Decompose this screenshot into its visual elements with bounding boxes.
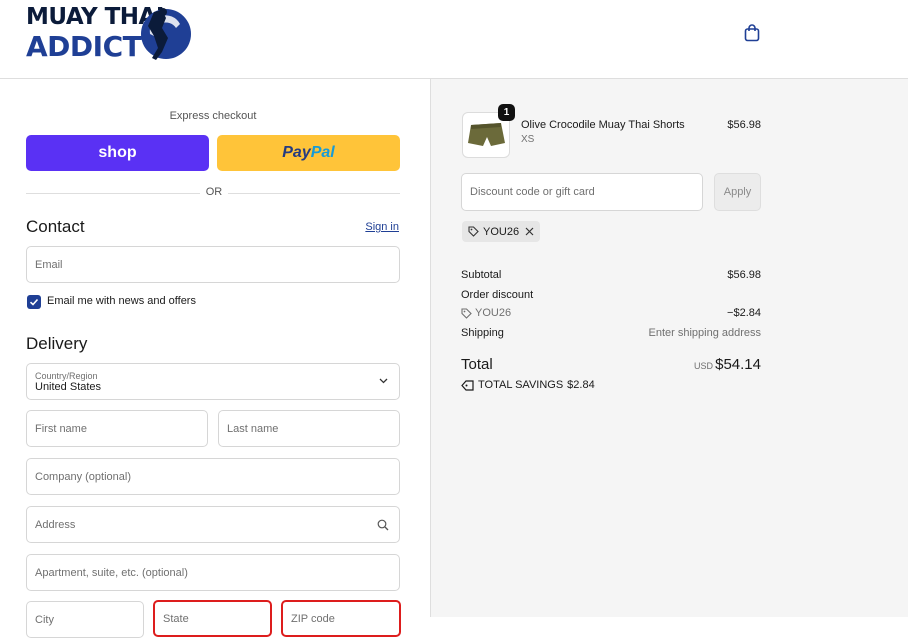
applied-code-label: YOU26 [483,225,520,238]
delivery-heading: Delivery [26,334,88,353]
country-value: United States [35,380,102,393]
first-name-placeholder: First name [35,422,87,435]
shop-pay-label: shop [98,144,137,161]
shipping-value: Enter shipping address [648,327,761,339]
search-icon [377,519,389,531]
state-placeholder: State [163,612,189,625]
savings-label: TOTAL SAVINGS [478,379,564,391]
country-select[interactable]: Country/Region United States [26,363,400,400]
state-field[interactable]: State [153,600,272,637]
total-label: Total [461,356,493,373]
total-value: $54.14 [715,356,761,373]
email-field[interactable]: Email [26,246,400,283]
newsletter-label: Email me with news and offers [47,295,196,307]
product-variant: XS [521,134,535,145]
product-price: $56.98 [727,119,761,131]
quantity-badge: 1 [498,104,515,121]
logo-line2: ADDICT [26,30,142,63]
brand-logo[interactable]: MUAY THAI ADDICT [26,4,191,64]
checkout-form-panel: Express checkout shop Pay Pal OR Contact … [0,79,431,638]
paypal-button[interactable]: Pay Pal [217,135,400,171]
apartment-field[interactable]: Apartment, suite, etc. (optional) [26,554,400,591]
checkmark-icon [29,298,39,306]
paypal-label-a: Pay [282,144,311,161]
address-field[interactable]: Address [26,506,400,543]
apply-button[interactable]: Apply [714,173,761,211]
country-label: Country/Region [35,370,98,381]
order-summary-panel [431,79,908,617]
chevron-down-icon [379,378,388,384]
order-discount-label: Order discount [461,289,534,301]
subtotal-label: Subtotal [461,269,502,281]
company-placeholder: Company (optional) [35,470,131,483]
last-name-placeholder: Last name [227,422,279,435]
discount-code-row: YOU26 [461,307,511,319]
zip-placeholder: ZIP code [291,612,335,625]
tag-icon [461,379,474,391]
discount-placeholder: Discount code or gift card [470,186,595,198]
contact-heading: Contact [26,217,85,236]
zip-code-field[interactable]: ZIP code [281,600,401,637]
newsletter-checkbox[interactable] [27,295,41,309]
city-placeholder: City [35,613,54,626]
discount-code-input[interactable]: Discount code or gift card [461,173,703,211]
shipping-label: Shipping [461,327,504,339]
tag-icon [461,307,472,319]
shopping-bag-icon[interactable] [744,24,760,42]
product-name: Olive Crocodile Muay Thai Shorts [521,119,685,131]
city-field[interactable]: City [26,601,144,638]
fighter-emblem-icon [141,8,191,60]
shop-pay-button[interactable]: shop [26,135,209,171]
discount-value: −$2.84 [727,307,761,319]
or-label: OR [200,186,228,198]
apply-label: Apply [723,186,752,198]
sign-in-link[interactable]: Sign in [365,221,399,233]
savings-value: $2.84 [567,379,595,391]
address-placeholder: Address [35,518,76,531]
subtotal-value: $56.98 [727,269,761,281]
paypal-label-b: Pal [310,144,335,161]
discount-code-label: YOU26 [475,307,512,319]
last-name-field[interactable]: Last name [218,410,400,447]
header: MUAY THAI ADDICT [0,0,908,79]
applied-discount-tag: YOU26 [462,221,540,242]
apartment-placeholder: Apartment, suite, etc. (optional) [35,566,188,579]
email-placeholder: Email [35,258,63,271]
express-checkout-label: Express checkout [169,110,257,122]
first-name-field[interactable]: First name [26,410,208,447]
total-savings-row: TOTAL SAVINGS $2.84 [461,379,595,391]
remove-discount-close-icon[interactable] [525,227,534,236]
total-currency: USD [693,361,713,371]
tag-icon [468,226,479,237]
company-field[interactable]: Company (optional) [26,458,400,495]
